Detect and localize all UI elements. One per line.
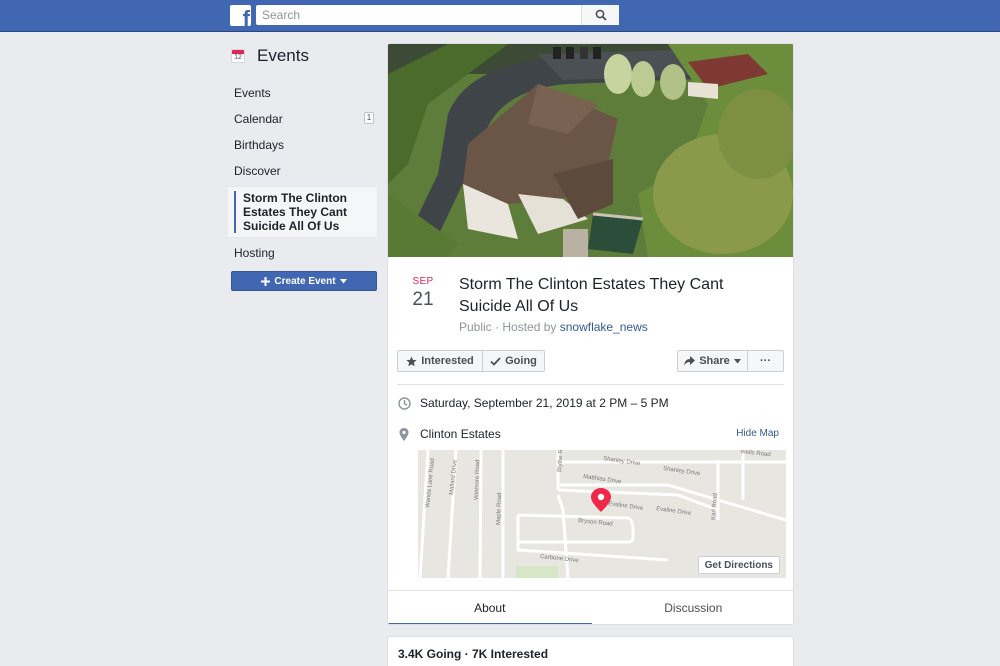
top-navigation-bar: f xyxy=(0,0,1000,32)
divider xyxy=(397,384,784,385)
hide-map-link[interactable]: Hide Map xyxy=(736,428,779,439)
search-icon xyxy=(595,9,607,21)
tab-discussion[interactable]: Discussion xyxy=(592,591,794,624)
event-card: SEP 21 Storm The Clinton Estates They Ca… xyxy=(387,43,794,625)
nav-item-hosting[interactable]: Hosting xyxy=(228,240,378,266)
search-input[interactable] xyxy=(256,5,576,25)
search-button[interactable] xyxy=(581,5,619,25)
event-location-row: Clinton Estates xyxy=(397,427,501,441)
search-box xyxy=(256,5,619,25)
nav-item-birthdays[interactable]: Birthdays xyxy=(228,132,378,158)
event-datetime-row: Saturday, September 21, 2019 at 2 PM – 5… xyxy=(397,396,669,410)
calendar-icon: 12 xyxy=(231,49,245,63)
more-options-button[interactable]: ··· xyxy=(747,350,784,372)
map-pin-icon xyxy=(397,427,411,441)
going-button[interactable]: Going xyxy=(482,350,545,372)
event-day: 21 xyxy=(412,289,434,310)
caret-down-icon xyxy=(733,358,741,363)
interested-button[interactable]: Interested xyxy=(397,350,483,372)
nav-title: Events xyxy=(257,46,309,65)
event-date-box: SEP 21 xyxy=(408,276,438,311)
star-icon xyxy=(406,355,417,366)
event-datetime: Saturday, September 21, 2019 at 2 PM – 5… xyxy=(420,396,669,410)
event-title: Storm The Clinton Estates They Cant Suic… xyxy=(459,276,724,315)
get-directions-button[interactable]: Get Directions xyxy=(697,556,780,574)
event-cover-photo xyxy=(388,44,793,257)
clock-icon xyxy=(397,396,411,410)
event-location[interactable]: Clinton Estates xyxy=(420,427,501,441)
calendar-count-badge: 1 xyxy=(364,112,374,124)
check-icon xyxy=(490,356,501,366)
nav-item-discover[interactable]: Discover xyxy=(228,158,378,184)
caret-down-icon xyxy=(339,278,347,283)
share-arrow-icon xyxy=(684,356,696,366)
event-host-line: Public · Hosted by snowflake_news xyxy=(459,320,648,334)
event-tabs: About Discussion xyxy=(388,590,794,624)
tab-about[interactable]: About xyxy=(388,591,592,624)
events-nav-header: 12 Events xyxy=(231,46,309,66)
nav-item-current-event[interactable]: Storm The Clinton Estates They Cant Suic… xyxy=(228,186,378,238)
facebook-logo-icon[interactable]: f xyxy=(230,5,251,26)
share-button[interactable]: Share xyxy=(677,350,748,372)
attendance-card: 3.4K Going · 7K Interested xyxy=(387,636,794,666)
plus-icon xyxy=(261,276,271,286)
nav-item-events[interactable]: Events xyxy=(228,80,378,106)
attendance-stats[interactable]: 3.4K Going · 7K Interested xyxy=(398,647,548,661)
location-map[interactable]: Shanley Drive Shanley Drive Matthias Dri… xyxy=(418,450,786,578)
map-street-label: Maple Road xyxy=(496,493,503,526)
events-nav-list: Events Calendar 1 Birthdays Discover Stor… xyxy=(228,80,378,266)
event-month: SEP xyxy=(412,276,434,287)
create-event-button[interactable]: Create Event xyxy=(231,271,377,291)
host-link[interactable]: snowflake_news xyxy=(560,320,648,334)
nav-item-calendar[interactable]: Calendar 1 xyxy=(228,106,378,132)
